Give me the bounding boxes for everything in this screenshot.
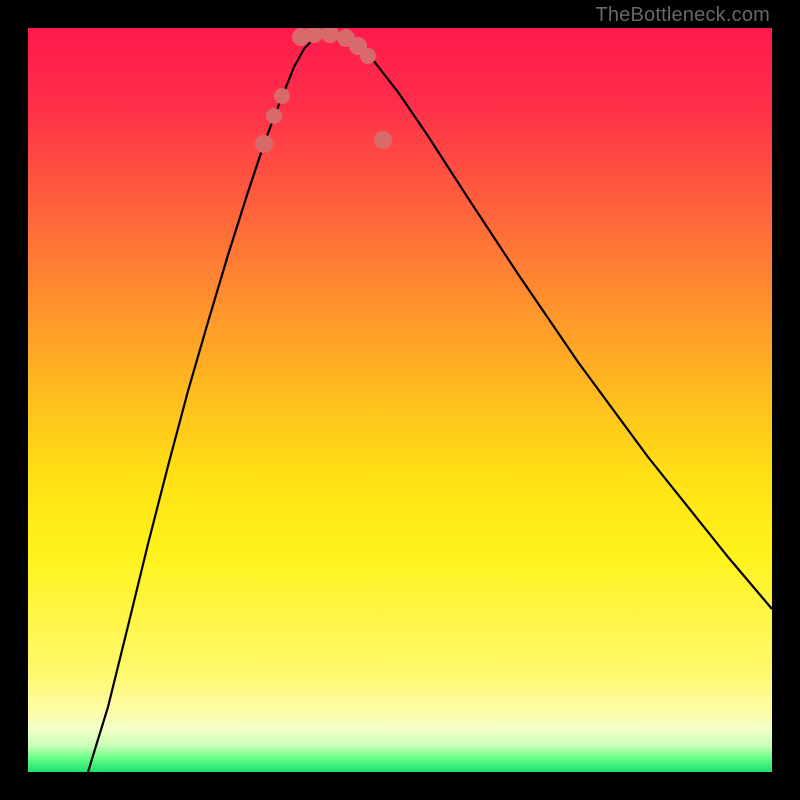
data-marker [321,28,339,43]
data-marker [374,131,392,149]
marker-group [255,28,392,153]
data-marker [266,108,282,124]
data-marker [255,135,273,153]
chart-svg [28,28,772,772]
watermark-text: TheBottleneck.com [595,4,770,27]
bottleneck-curve [88,31,772,772]
data-marker [360,48,376,64]
plot-area [28,28,772,772]
data-marker [274,88,290,104]
chart-frame: TheBottleneck.com [0,0,800,800]
